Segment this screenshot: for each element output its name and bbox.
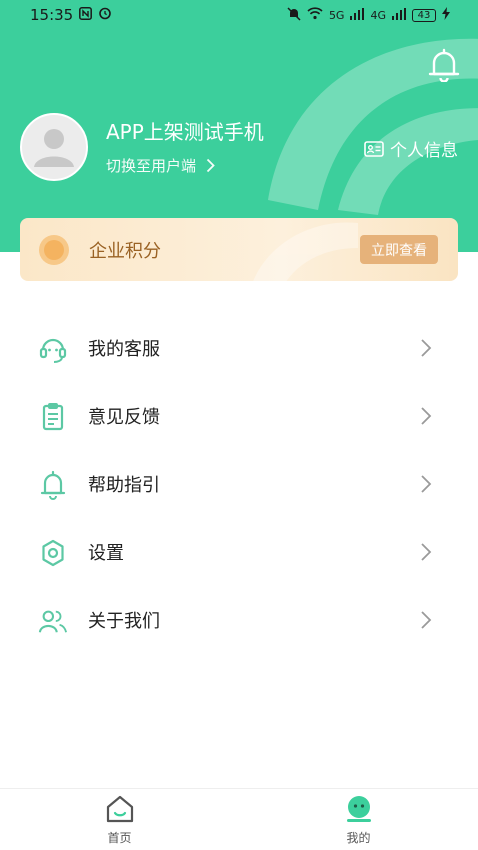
tab-label: 我的 xyxy=(346,831,371,845)
signal-icon-2 xyxy=(392,7,406,23)
menu-item-label: 意见反馈 xyxy=(88,407,160,428)
card-decoration xyxy=(253,222,358,281)
chevron-right-icon xyxy=(421,475,432,493)
tab-label: 首页 xyxy=(107,831,132,845)
chevron-right-icon xyxy=(421,611,432,629)
headset-icon xyxy=(38,334,68,364)
alarm-icon xyxy=(98,6,112,24)
tab-home[interactable]: 首页 xyxy=(0,789,239,850)
menu-item-help-guide[interactable]: 帮助指引 xyxy=(0,450,478,518)
gear-icon xyxy=(38,538,68,568)
network-label-2: 4G xyxy=(370,8,386,22)
battery-icon: 43 xyxy=(412,8,436,22)
tab-mine[interactable]: 我的 xyxy=(239,789,478,850)
menu-item-customer-service[interactable]: 我的客服 xyxy=(0,314,478,382)
wifi-icon xyxy=(307,7,323,23)
users-icon xyxy=(38,606,68,636)
view-now-button[interactable]: 立即查看 xyxy=(360,235,438,264)
menu-item-label: 帮助指引 xyxy=(88,475,160,496)
menu-item-label: 我的客服 xyxy=(88,339,160,360)
menu-item-about-us[interactable]: 关于我们 xyxy=(0,586,478,654)
switch-label: 切换至用户端 xyxy=(106,156,197,175)
points-coin-icon xyxy=(39,234,69,265)
avatar[interactable] xyxy=(20,113,88,181)
bottom-nav: 首页 我的 xyxy=(0,788,478,850)
status-time: 15:35 xyxy=(30,6,74,24)
id-card-icon xyxy=(364,140,384,157)
personal-info-button[interactable]: 个人信息 xyxy=(364,136,458,161)
network-label-1: 5G xyxy=(328,8,345,22)
home-icon xyxy=(106,795,133,823)
menu-item-settings[interactable]: 设置 xyxy=(0,518,478,586)
notification-button[interactable] xyxy=(428,48,460,83)
default-avatar-icon xyxy=(34,129,74,167)
menu-item-feedback[interactable]: 意见反馈 xyxy=(0,382,478,450)
bell-icon xyxy=(428,48,460,83)
chevron-right-icon xyxy=(206,158,215,172)
points-card[interactable]: 企业积分 立即查看 xyxy=(20,218,458,281)
profile-face-icon xyxy=(346,796,371,822)
chevron-right-icon xyxy=(421,543,432,561)
menu-list: 我的客服 意见反馈 帮助指引 设置 关于我们 xyxy=(0,314,478,654)
mute-icon xyxy=(287,6,301,24)
signal-icon xyxy=(350,7,365,23)
menu-item-label: 设置 xyxy=(88,543,124,564)
menu-item-label: 关于我们 xyxy=(88,611,160,632)
status-bar: 15:35 5G 4G 43 xyxy=(0,0,478,30)
clipboard-icon xyxy=(38,402,68,432)
chevron-right-icon xyxy=(421,339,432,357)
chevron-right-icon xyxy=(421,407,432,425)
points-title: 企业积分 xyxy=(89,240,161,262)
profile-section: APP上架测试手机 切换至用户端 xyxy=(20,113,264,181)
charging-icon xyxy=(442,7,450,23)
bell-icon xyxy=(38,470,68,500)
personal-info-label: 个人信息 xyxy=(390,141,458,161)
username: APP上架测试手机 xyxy=(106,119,264,144)
switch-to-user-link[interactable]: 切换至用户端 xyxy=(106,155,264,176)
nfc-icon xyxy=(79,6,93,24)
